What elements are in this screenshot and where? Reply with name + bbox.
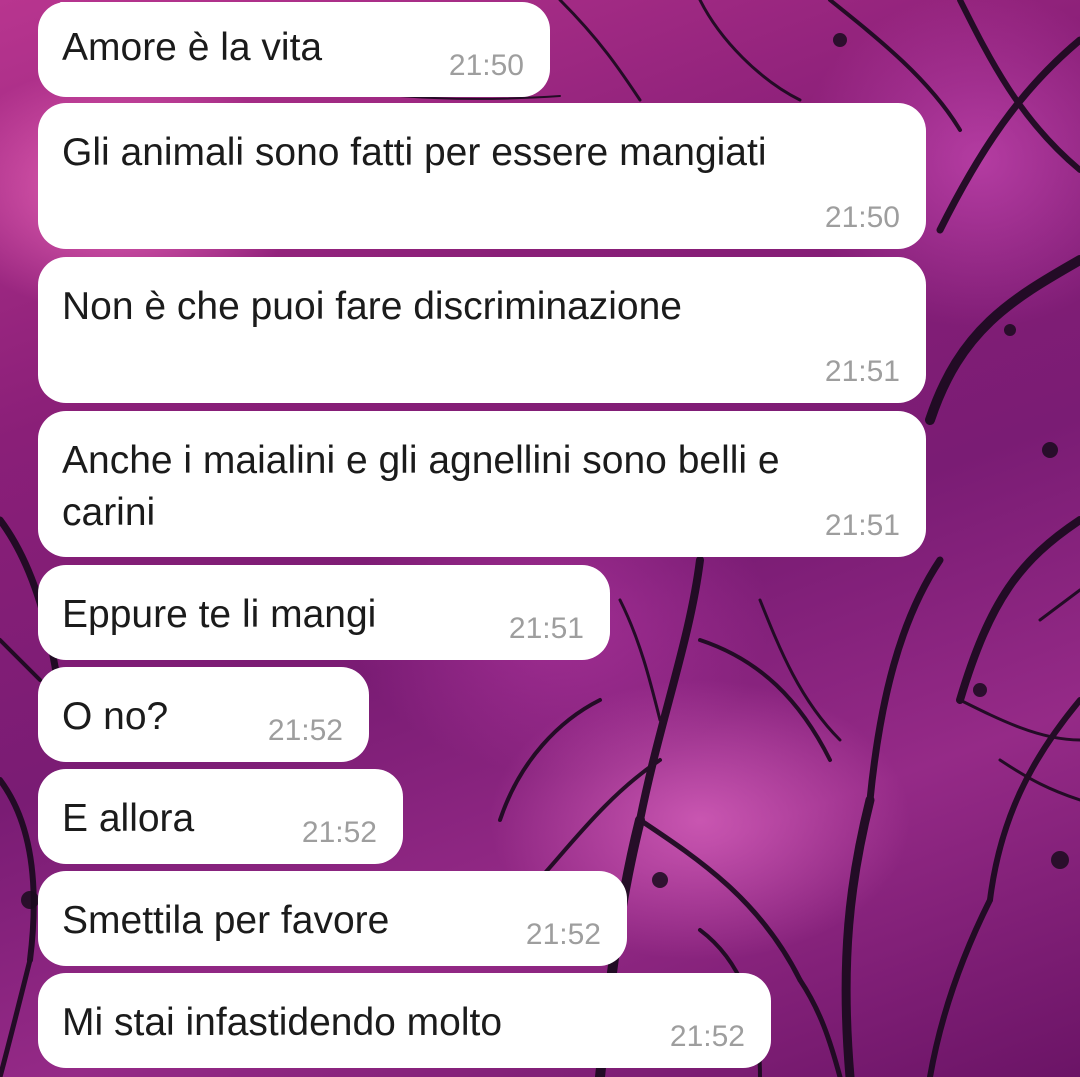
message-text: Anche i maialini e gli agnellini sono be… (62, 439, 791, 534)
message-bubble[interactable]: Non è che puoi fare discriminazione 21:5… (38, 257, 926, 403)
message-text: Smettila per favore (62, 899, 390, 942)
message-timestamp: 21:52 (669, 1020, 745, 1053)
message-bubble[interactable]: Anche i maialini e gli agnellini sono be… (38, 411, 926, 557)
bubble-tail (60, 2, 86, 24)
message-bubble[interactable]: E allora 21:52 (38, 769, 403, 864)
message-text: E allora (62, 797, 195, 840)
message-bubble[interactable]: Eppure te li mangi 21:51 (38, 565, 610, 660)
message-text: Non è che puoi fare discriminazione (62, 285, 683, 328)
chat-history: Amore è la vita 21:50 Gli animali sono f… (0, 0, 1080, 1077)
message-text: Gli animali sono fatti per essere mangia… (62, 131, 767, 174)
message-bubble[interactable]: Smettila per favore 21:52 (38, 871, 627, 966)
message-timestamp: 21:51 (824, 509, 900, 542)
message-text: Eppure te li mangi (62, 593, 377, 636)
message-timestamp: 21:50 (824, 201, 900, 234)
message-timestamp: 21:51 (508, 612, 584, 645)
message-timestamp: 21:52 (525, 918, 601, 951)
message-timestamp: 21:50 (448, 49, 524, 82)
message-bubble[interactable]: Mi stai infastidendo molto 21:52 (38, 973, 771, 1068)
message-text: Mi stai infastidendo molto (62, 1001, 503, 1044)
message-bubble[interactable]: O no? 21:52 (38, 667, 369, 762)
message-bubble[interactable]: Amore è la vita 21:50 (38, 2, 550, 97)
message-timestamp: 21:52 (301, 816, 377, 849)
message-timestamp: 21:52 (267, 714, 343, 747)
message-timestamp: 21:51 (824, 355, 900, 388)
message-bubble[interactable]: Gli animali sono fatti per essere mangia… (38, 103, 926, 249)
message-text: O no? (62, 695, 169, 738)
message-text: Amore è la vita (62, 26, 323, 69)
